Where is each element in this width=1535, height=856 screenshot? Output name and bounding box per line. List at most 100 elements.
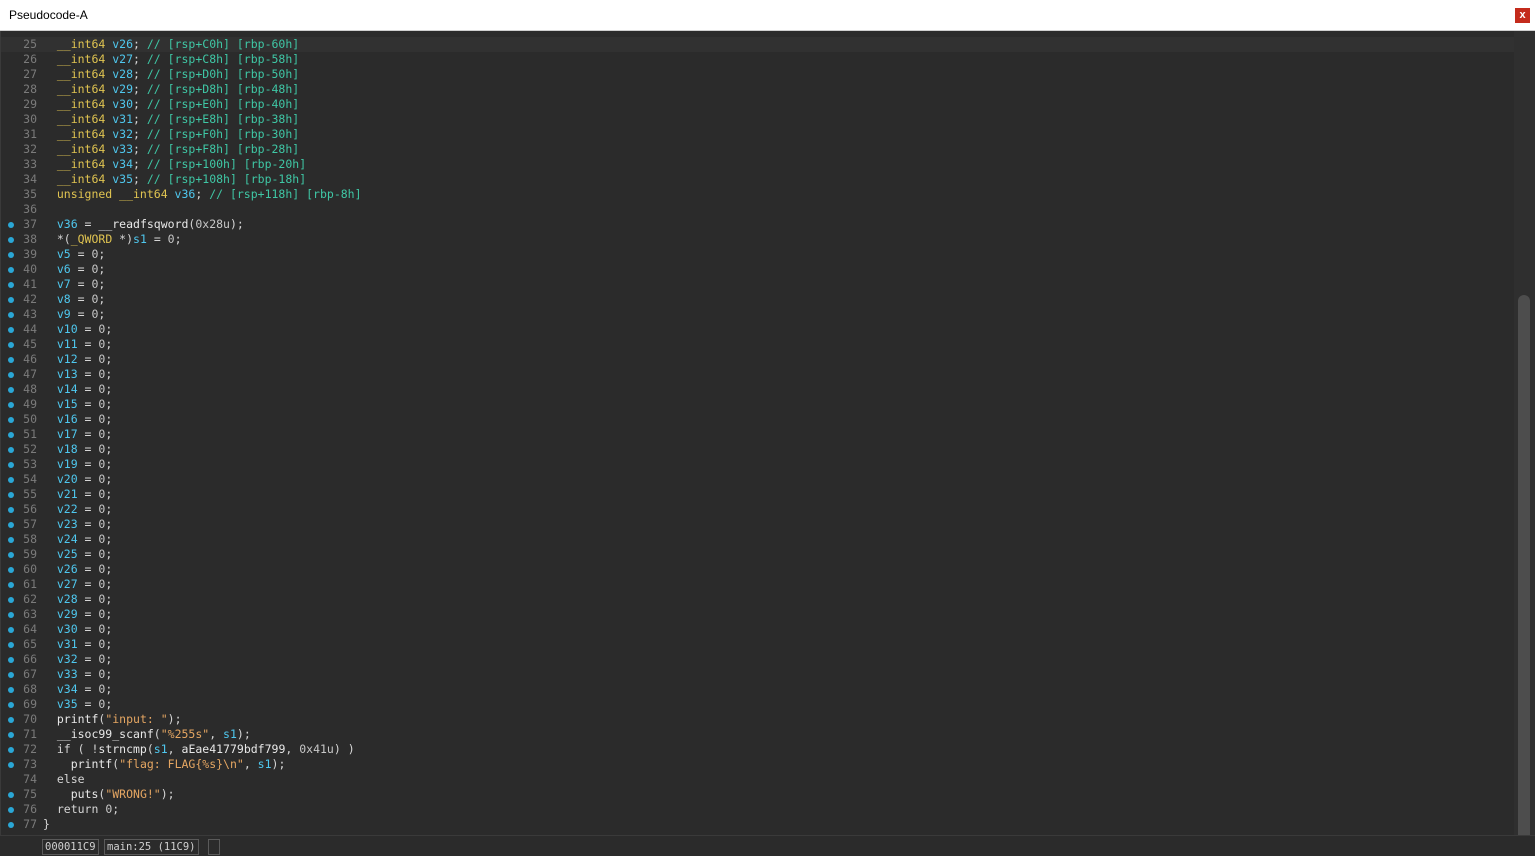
code-line[interactable]: 72 if ( !strncmp(s1, aEae41779bdf799, 0x… [1, 742, 1515, 757]
code-text[interactable]: __int64 v35; // [rsp+108h] [rbp-18h] [43, 172, 306, 187]
code-line[interactable]: 68 v34 = 0; [1, 682, 1515, 697]
code-text[interactable]: __int64 v34; // [rsp+100h] [rbp-20h] [43, 157, 306, 172]
code-line[interactable]: 52 v18 = 0; [1, 442, 1515, 457]
code-line[interactable]: 75 puts("WRONG!"); [1, 787, 1515, 802]
code-text[interactable]: v9 = 0; [43, 307, 106, 322]
code-text[interactable]: *(_QWORD *)s1 = 0; [43, 232, 182, 247]
code-line[interactable]: 56 v22 = 0; [1, 502, 1515, 517]
code-text[interactable]: __int64 v30; // [rsp+E0h] [rbp-40h] [43, 97, 299, 112]
code-line[interactable]: 62 v28 = 0; [1, 592, 1515, 607]
code-line[interactable]: 25 __int64 v26; // [rsp+C0h] [rbp-60h] [1, 37, 1515, 52]
code-line[interactable]: 27 __int64 v28; // [rsp+D0h] [rbp-50h] [1, 67, 1515, 82]
code-text[interactable]: __int64 v32; // [rsp+F0h] [rbp-30h] [43, 127, 299, 142]
code-text[interactable]: __int64 v33; // [rsp+F8h] [rbp-28h] [43, 142, 299, 157]
code-line[interactable]: 60 v26 = 0; [1, 562, 1515, 577]
code-text[interactable]: printf("flag: FLAG{%s}\n", s1); [43, 757, 286, 772]
code-text[interactable]: unsigned __int64 v36; // [rsp+118h] [rbp… [43, 187, 362, 202]
code-line[interactable]: 67 v33 = 0; [1, 667, 1515, 682]
code-text[interactable]: v24 = 0; [43, 532, 112, 547]
code-line[interactable]: 53 v19 = 0; [1, 457, 1515, 472]
code-text[interactable]: v17 = 0; [43, 427, 112, 442]
code-line[interactable]: 33 __int64 v34; // [rsp+100h] [rbp-20h] [1, 157, 1515, 172]
code-line[interactable]: 39 v5 = 0; [1, 247, 1515, 262]
code-text[interactable]: __int64 v31; // [rsp+E8h] [rbp-38h] [43, 112, 299, 127]
code-line[interactable]: 38 *(_QWORD *)s1 = 0; [1, 232, 1515, 247]
code-text[interactable]: v28 = 0; [43, 592, 112, 607]
code-text[interactable]: v11 = 0; [43, 337, 112, 352]
code-text[interactable]: v12 = 0; [43, 352, 112, 367]
code-line[interactable]: 63 v29 = 0; [1, 607, 1515, 622]
code-text[interactable]: v32 = 0; [43, 652, 112, 667]
code-line[interactable]: 44 v10 = 0; [1, 322, 1515, 337]
code-text[interactable]: else [43, 772, 85, 787]
code-text[interactable]: v25 = 0; [43, 547, 112, 562]
pseudocode-editor[interactable]: 25 __int64 v26; // [rsp+C0h] [rbp-60h] 26… [0, 31, 1515, 835]
code-line[interactable]: 58 v24 = 0; [1, 532, 1515, 547]
code-text[interactable]: __int64 v28; // [rsp+D0h] [rbp-50h] [43, 67, 299, 82]
code-line[interactable]: 29 __int64 v30; // [rsp+E0h] [rbp-40h] [1, 97, 1515, 112]
code-text[interactable]: v18 = 0; [43, 442, 112, 457]
code-line[interactable]: 51 v17 = 0; [1, 427, 1515, 442]
code-line[interactable]: 49 v15 = 0; [1, 397, 1515, 412]
code-text[interactable]: v19 = 0; [43, 457, 112, 472]
code-line[interactable]: 40 v6 = 0; [1, 262, 1515, 277]
code-text[interactable]: v22 = 0; [43, 502, 112, 517]
code-line[interactable]: 26 __int64 v27; // [rsp+C8h] [rbp-58h] [1, 52, 1515, 67]
code-text[interactable]: v13 = 0; [43, 367, 112, 382]
code-line[interactable]: 46 v12 = 0; [1, 352, 1515, 367]
code-line[interactable]: 45 v11 = 0; [1, 337, 1515, 352]
code-line[interactable]: 71 __isoc99_scanf("%255s", s1); [1, 727, 1515, 742]
code-text[interactable]: puts("WRONG!"); [43, 787, 175, 802]
code-text[interactable]: } [43, 817, 50, 832]
code-text[interactable]: v21 = 0; [43, 487, 112, 502]
code-line[interactable]: 54 v20 = 0; [1, 472, 1515, 487]
code-line[interactable]: 36 [1, 202, 1515, 217]
code-text[interactable]: v35 = 0; [43, 697, 112, 712]
scrollbar-thumb[interactable] [1518, 295, 1530, 855]
code-line[interactable]: 64 v30 = 0; [1, 622, 1515, 637]
code-line[interactable]: 50 v16 = 0; [1, 412, 1515, 427]
code-text[interactable]: __int64 v26; // [rsp+C0h] [rbp-60h] [43, 37, 299, 52]
code-text[interactable]: v30 = 0; [43, 622, 112, 637]
code-text[interactable]: v31 = 0; [43, 637, 112, 652]
code-text[interactable]: v26 = 0; [43, 562, 112, 577]
code-text[interactable]: v15 = 0; [43, 397, 112, 412]
code-line[interactable]: 76 return 0; [1, 802, 1515, 817]
code-line[interactable]: 31 __int64 v32; // [rsp+F0h] [rbp-30h] [1, 127, 1515, 142]
code-line[interactable]: 66 v32 = 0; [1, 652, 1515, 667]
code-line[interactable]: 57 v23 = 0; [1, 517, 1515, 532]
code-line[interactable]: 48 v14 = 0; [1, 382, 1515, 397]
code-line[interactable]: 41 v7 = 0; [1, 277, 1515, 292]
code-line[interactable]: 59 v25 = 0; [1, 547, 1515, 562]
code-text[interactable]: v20 = 0; [43, 472, 112, 487]
code-text[interactable]: v23 = 0; [43, 517, 112, 532]
code-text[interactable]: __int64 v29; // [rsp+D8h] [rbp-48h] [43, 82, 299, 97]
code-text[interactable]: v10 = 0; [43, 322, 112, 337]
code-text[interactable]: v8 = 0; [43, 292, 106, 307]
code-text[interactable]: v34 = 0; [43, 682, 112, 697]
code-line[interactable]: 55 v21 = 0; [1, 487, 1515, 502]
code-line[interactable]: 69 v35 = 0; [1, 697, 1515, 712]
code-line[interactable]: 35 unsigned __int64 v36; // [rsp+118h] [… [1, 187, 1515, 202]
close-button[interactable]: x [1515, 8, 1530, 23]
code-line[interactable]: 74 else [1, 772, 1515, 787]
code-text[interactable]: v27 = 0; [43, 577, 112, 592]
code-text[interactable]: v7 = 0; [43, 277, 106, 292]
code-text[interactable]: return 0; [43, 802, 119, 817]
code-line[interactable]: 61 v27 = 0; [1, 577, 1515, 592]
code-line[interactable]: 30 __int64 v31; // [rsp+E8h] [rbp-38h] [1, 112, 1515, 127]
code-line[interactable]: 37 v36 = __readfsqword(0x28u); [1, 217, 1515, 232]
code-line[interactable]: 73 printf("flag: FLAG{%s}\n", s1); [1, 757, 1515, 772]
code-text[interactable]: __int64 v27; // [rsp+C8h] [rbp-58h] [43, 52, 299, 67]
code-line[interactable]: 70 printf("input: "); [1, 712, 1515, 727]
code-text[interactable]: v5 = 0; [43, 247, 106, 262]
code-text[interactable]: v6 = 0; [43, 262, 106, 277]
code-line[interactable]: 34 __int64 v35; // [rsp+108h] [rbp-18h] [1, 172, 1515, 187]
code-line[interactable]: 77} [1, 817, 1515, 832]
code-text[interactable]: __isoc99_scanf("%255s", s1); [43, 727, 251, 742]
code-line[interactable]: 47 v13 = 0; [1, 367, 1515, 382]
code-text[interactable]: if ( !strncmp(s1, aEae41779bdf799, 0x41u… [43, 742, 355, 757]
code-line[interactable]: 32 __int64 v33; // [rsp+F8h] [rbp-28h] [1, 142, 1515, 157]
code-text[interactable]: v36 = __readfsqword(0x28u); [43, 217, 244, 232]
code-line[interactable]: 42 v8 = 0; [1, 292, 1515, 307]
